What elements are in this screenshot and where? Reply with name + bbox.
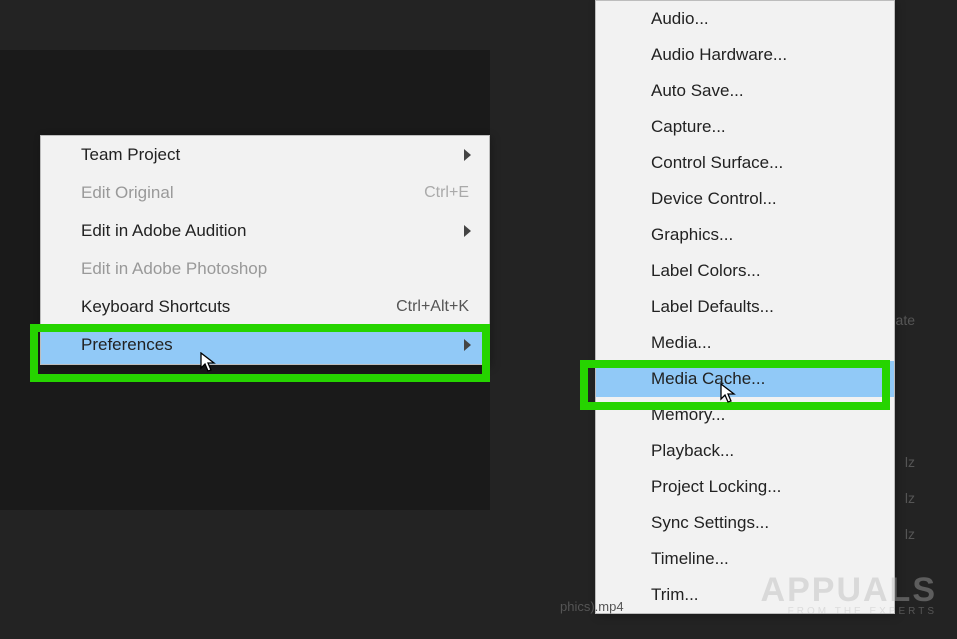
submenu-item-sync-settings[interactable]: Sync Settings... (596, 505, 894, 541)
menu-item-label: Media... (651, 333, 711, 353)
menu-item-label: Team Project (81, 145, 180, 165)
bg-text-fragment: phics).mp4 (560, 599, 624, 614)
submenu-item-auto-save[interactable]: Auto Save... (596, 73, 894, 109)
submenu-item-graphics[interactable]: Graphics... (596, 217, 894, 253)
submenu-item-label-colors[interactable]: Label Colors... (596, 253, 894, 289)
menu-item-label: Label Colors... (651, 261, 761, 281)
menu-item-preferences[interactable]: Preferences (41, 326, 489, 364)
menu-item-label: Trim... (651, 585, 699, 605)
menu-item-label: Graphics... (651, 225, 733, 245)
menu-item-label: Audio... (651, 9, 709, 29)
menu-item-label: Media Cache... (651, 369, 765, 389)
submenu-item-memory[interactable]: Memory... (596, 397, 894, 433)
menu-item-label: Edit Original (81, 183, 174, 203)
watermark-brand: APPUALS (761, 571, 937, 610)
menu-item-edit-original: Edit Original Ctrl+E (41, 174, 489, 212)
edit-menu[interactable]: Team Project Edit Original Ctrl+E Edit i… (40, 135, 490, 365)
submenu-item-project-locking[interactable]: Project Locking... (596, 469, 894, 505)
menu-item-edit-photoshop: Edit in Adobe Photoshop (41, 250, 489, 288)
menu-item-team-project[interactable]: Team Project (41, 136, 489, 174)
watermark-tagline: FROM THE EXPERTS (761, 606, 937, 617)
menu-item-keyboard-shortcuts[interactable]: Keyboard Shortcuts Ctrl+Alt+K (41, 288, 489, 326)
watermark-logo: APPUALS FROM THE EXPERTS (761, 571, 937, 617)
menu-item-edit-audition[interactable]: Edit in Adobe Audition (41, 212, 489, 250)
submenu-item-audio-hardware[interactable]: Audio Hardware... (596, 37, 894, 73)
submenu-item-playback[interactable]: Playback... (596, 433, 894, 469)
menu-item-label: Edit in Adobe Audition (81, 221, 246, 241)
menu-item-label: Sync Settings... (651, 513, 769, 533)
bg-text-fragment: lz (905, 490, 915, 506)
preferences-submenu[interactable]: Audio... Audio Hardware... Auto Save... … (595, 0, 895, 614)
menu-item-label: Device Control... (651, 189, 777, 209)
menu-item-label: Playback... (651, 441, 734, 461)
menu-item-label: Project Locking... (651, 477, 781, 497)
submenu-item-capture[interactable]: Capture... (596, 109, 894, 145)
submenu-item-audio[interactable]: Audio... (596, 1, 894, 37)
menu-item-label: Label Defaults... (651, 297, 774, 317)
bg-text-fragment: lz (905, 454, 915, 470)
submenu-item-label-defaults[interactable]: Label Defaults... (596, 289, 894, 325)
menu-item-label: Timeline... (651, 549, 729, 569)
menu-item-label: Control Surface... (651, 153, 783, 173)
menu-item-label: Auto Save... (651, 81, 744, 101)
bg-text-fragment: ate (896, 312, 915, 328)
menu-item-label: Memory... (651, 405, 725, 425)
menu-item-label: Capture... (651, 117, 726, 137)
submenu-item-device-control[interactable]: Device Control... (596, 181, 894, 217)
menu-item-label: Audio Hardware... (651, 45, 787, 65)
menu-item-shortcut: Ctrl+E (424, 184, 469, 202)
submenu-item-media[interactable]: Media... (596, 325, 894, 361)
menu-item-label: Preferences (81, 335, 173, 355)
submenu-item-control-surface[interactable]: Control Surface... (596, 145, 894, 181)
menu-item-shortcut: Ctrl+Alt+K (396, 298, 469, 316)
menu-item-label: Edit in Adobe Photoshop (81, 259, 267, 279)
bg-text-fragment: lz (905, 526, 915, 542)
submenu-item-media-cache[interactable]: Media Cache... (596, 361, 894, 397)
menu-item-label: Keyboard Shortcuts (81, 297, 230, 317)
